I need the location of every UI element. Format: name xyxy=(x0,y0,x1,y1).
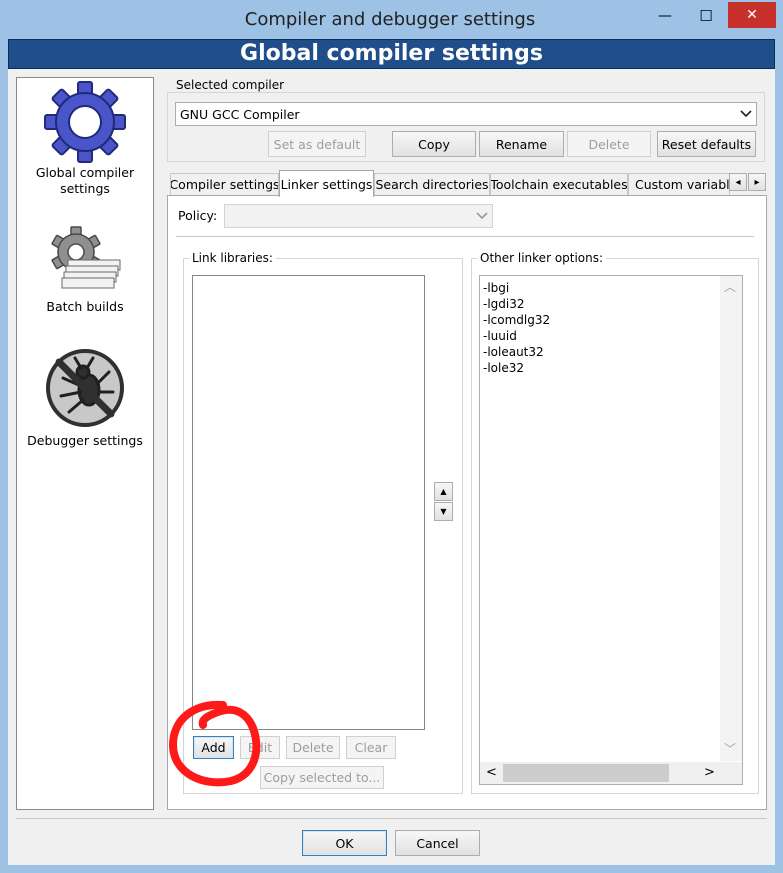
other-linker-options-content: -lbgi -lgdi32 -lcomdlg32 -luuid -loleaut… xyxy=(483,280,550,376)
sidebar-item-batch-builds[interactable]: Batch builds xyxy=(18,224,152,320)
horizontal-scroll-thumb[interactable] xyxy=(503,764,669,782)
chevron-down-icon xyxy=(740,110,752,118)
linker-option-line: -luuid xyxy=(483,329,517,343)
chevron-down-icon xyxy=(476,212,488,220)
tab-linker-settings[interactable]: Linker settings xyxy=(279,170,374,197)
selected-compiler-label: Selected compiler xyxy=(173,78,288,92)
policy-select[interactable] xyxy=(224,204,493,228)
rename-compiler-button[interactable]: Rename xyxy=(479,131,564,157)
link-libraries-label: Link libraries: xyxy=(189,251,276,265)
policy-label: Policy: xyxy=(178,208,218,223)
link-libraries-list[interactable] xyxy=(192,275,425,730)
linker-option-line: -lbgi xyxy=(483,281,510,295)
sidebar-item-label: Debugger settings xyxy=(27,433,143,448)
reset-defaults-button[interactable]: Reset defaults xyxy=(657,131,756,157)
scroll-down-icon[interactable]: ﹀ xyxy=(724,740,736,757)
copy-compiler-button[interactable]: Copy xyxy=(392,131,476,157)
tab-scroll-left-button[interactable]: ◂ xyxy=(729,173,747,191)
vertical-scrollbar[interactable]: ︿ ﹀ xyxy=(720,276,742,761)
sidebar-item-debugger[interactable]: Debugger settings xyxy=(18,344,152,454)
other-linker-options-label: Other linker options: xyxy=(477,251,607,265)
maximize-button[interactable]: ☐ xyxy=(686,4,726,28)
arrow-left-icon: ◂ xyxy=(735,176,741,188)
tab-toolchain-executables[interactable]: Toolchain executables xyxy=(490,173,628,195)
red-circle-annotation xyxy=(169,700,261,787)
policy-divider xyxy=(176,236,754,237)
linker-option-line: -lgdi32 xyxy=(483,297,525,311)
linker-option-line: -loleaut32 xyxy=(483,345,544,359)
compiler-select[interactable]: GNU GCC Compiler xyxy=(175,102,757,126)
arrow-down-icon: ▼ xyxy=(440,507,447,516)
set-as-default-button[interactable]: Set as default xyxy=(268,131,366,157)
close-button[interactable]: ✕ xyxy=(728,2,776,28)
linker-option-line: -lcomdlg32 xyxy=(483,313,551,327)
minimize-button[interactable]: — xyxy=(645,4,685,28)
gear-icon xyxy=(44,81,126,163)
cancel-button[interactable]: Cancel xyxy=(395,830,480,856)
compiler-select-value: GNU GCC Compiler xyxy=(180,106,300,122)
gear-stack-icon xyxy=(51,226,121,289)
sidebar-item-global-compiler[interactable]: Global compiler settings xyxy=(18,80,152,202)
sidebar-item-label: Global compiler xyxy=(35,165,135,180)
copy-selected-to-button[interactable]: Copy selected to... xyxy=(260,766,384,789)
move-down-button[interactable]: ▼ xyxy=(434,502,453,521)
minimize-icon: — xyxy=(658,8,672,24)
close-icon: ✕ xyxy=(746,7,758,23)
tab-compiler-settings[interactable]: Compiler settings xyxy=(170,173,279,195)
maximize-icon: ☐ xyxy=(699,7,713,25)
linker-option-line: -lole32 xyxy=(483,361,524,375)
tab-custom-variables[interactable]: Custom variable xyxy=(628,173,730,195)
scroll-right-icon[interactable]: > xyxy=(704,765,715,780)
scroll-up-icon[interactable]: ︿ xyxy=(724,278,736,295)
window-title: Compiler and debugger settings xyxy=(244,9,536,30)
scroll-left-icon[interactable]: < xyxy=(486,765,497,780)
footer-divider xyxy=(16,818,767,819)
delete-library-button[interactable]: Delete xyxy=(286,736,340,759)
ok-button[interactable]: OK xyxy=(302,830,387,856)
tab-scroll-right-button[interactable]: ▸ xyxy=(748,173,766,191)
tab-search-directories[interactable]: Search directories xyxy=(374,173,490,195)
no-bug-icon xyxy=(46,349,124,427)
arrow-right-icon: ▸ xyxy=(754,176,760,188)
page-banner: Global compiler settings xyxy=(8,39,775,69)
sidebar-item-label: Batch builds xyxy=(46,299,124,314)
delete-compiler-button[interactable]: Delete xyxy=(567,131,651,157)
horizontal-scrollbar[interactable]: < > xyxy=(480,762,742,784)
other-linker-options-textarea[interactable]: -lbgi -lgdi32 -lcomdlg32 -luuid -loleaut… xyxy=(479,275,743,785)
arrow-up-icon: ▲ xyxy=(440,487,447,496)
clear-libraries-button[interactable]: Clear xyxy=(346,736,396,759)
move-up-button[interactable]: ▲ xyxy=(434,482,453,501)
sidebar-item-label-line2: settings xyxy=(60,181,110,196)
